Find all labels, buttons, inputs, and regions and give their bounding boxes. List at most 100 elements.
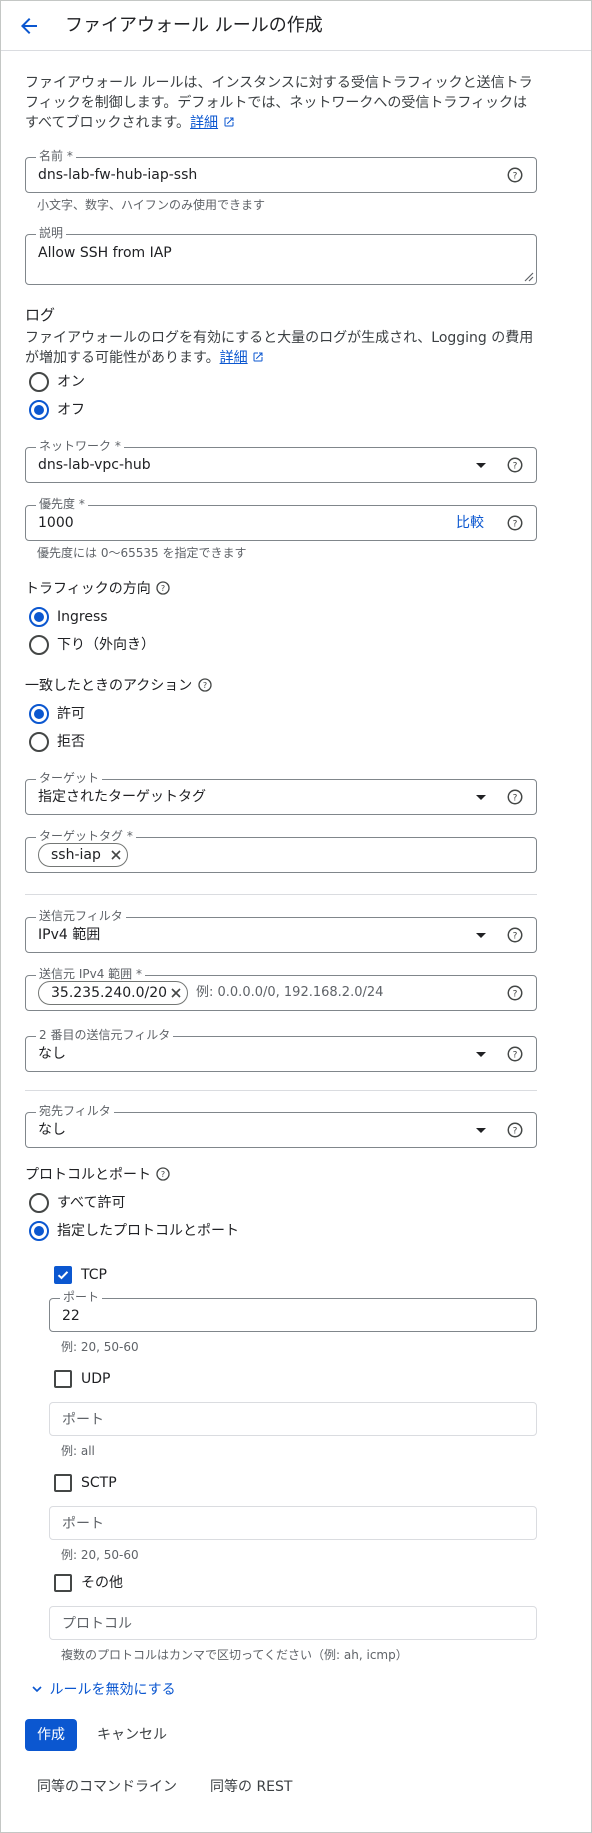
tcp-ports-field[interactable]: ポート 22 [49,1290,537,1332]
sctp-ports-hint: 例: 20, 50-60 [61,1548,139,1562]
logs-on-radio[interactable] [29,372,49,392]
page-title: ファイアウォール ルールの作成 [65,15,323,36]
compare-link[interactable]: 比較 [456,514,484,532]
tcp-label: TCP [81,1267,107,1283]
svg-text:?: ? [513,1050,518,1060]
second-source-filter-select[interactable]: 2 番目の送信元フィルタ なし ? [25,1028,537,1072]
second-source-filter-select-label: 2 番目の送信元フィルタ [36,1028,174,1042]
sctp-ports-field[interactable]: ポート [49,1506,537,1540]
udp-ports-hint: 例: all [61,1444,95,1458]
help-icon[interactable]: ? [506,166,524,184]
other-checkbox[interactable] [54,1574,72,1592]
svg-text:?: ? [513,171,518,181]
equivalent-rest-button[interactable]: 同等の REST [210,1777,292,1797]
dest-filter-select-label: 宛先フィルタ [36,1104,114,1118]
tcp-checkbox[interactable] [54,1266,72,1284]
protocols-allow-all-radio[interactable] [29,1193,49,1213]
other-protocols-field[interactable]: プロトコル [49,1606,537,1640]
help-icon[interactable]: ? [506,456,524,474]
svg-text:?: ? [161,1170,165,1179]
action-allow-radio[interactable] [29,704,49,724]
direction-title: トラフィックの方向 ? [25,579,171,599]
protocols-specified-radio[interactable] [29,1221,49,1241]
udp-ports-field[interactable]: ポート [49,1402,537,1436]
udp-ports-placeholder: ポート [62,1412,104,1428]
direction-egress-radio[interactable] [29,635,49,655]
help-icon[interactable]: ? [506,1121,524,1139]
intro-line-1: ファイアウォール ルールは、インスタンスに対する受信トラフィックと送信トラ [25,75,533,91]
logs-off-radio[interactable] [29,400,49,420]
other-label: その他 [81,1575,123,1591]
checkmark-icon [57,1271,69,1280]
udp-checkbox[interactable] [54,1370,72,1388]
tcp-ports-hint: 例: 20, 50-60 [61,1340,139,1354]
priority-field[interactable]: 優先度 * 1000 比較 ? [25,497,537,541]
section-divider [25,1090,537,1091]
create-button[interactable]: 作成 [25,1719,77,1751]
name-field-label: 名前 * [36,149,76,163]
chevron-down-icon [32,1686,42,1693]
target-tags-field[interactable]: ターゲットタグ * ssh-iap [25,829,537,873]
back-arrow-icon[interactable] [17,14,41,38]
action-deny-radio[interactable] [29,732,49,752]
logs-title: ログ [25,306,56,324]
udp-label: UDP [81,1371,111,1387]
help-icon[interactable]: ? [506,788,524,806]
page-header: ファイアウォール ルールの作成 [1,1,591,51]
close-icon[interactable] [169,986,183,1000]
target-select[interactable]: ターゲット 指定されたターゲットタグ ? [25,771,537,815]
resize-handle-icon[interactable] [524,272,534,282]
direction-ingress-radio[interactable] [29,607,49,627]
sctp-checkbox[interactable] [54,1474,72,1492]
logs-line-1: ファイアウォールのログを有効にすると大量のログが生成され、Logging の費用 [25,330,534,346]
action-title: 一致したときのアクション ? [25,676,213,696]
dropdown-arrow-icon [476,933,486,938]
direction-egress-label: 下り（外向き） [57,637,155,653]
source-ranges-field[interactable]: 送信元 IPv4 範囲 * 35.235.240.0/20 例: 0.0.0.0… [25,967,537,1011]
help-icon[interactable]: ? [197,677,213,693]
logs-line-2: が増加する可能性があります。詳細 [25,348,264,368]
intro-line-2: フィックを制御します。デフォルトでは、ネットワークへの受信トラフィックは [25,95,528,111]
help-icon[interactable]: ? [506,514,524,532]
dropdown-arrow-icon [476,1052,486,1057]
second-source-filter-select-value: なし [38,1046,66,1062]
help-icon[interactable]: ? [155,580,171,596]
action-deny-label: 拒否 [57,734,85,750]
intro-learn-more-link[interactable]: 詳細 [190,115,218,131]
close-icon[interactable] [109,848,123,862]
sctp-ports-placeholder: ポート [62,1516,104,1532]
help-icon[interactable]: ? [506,1045,524,1063]
source-range-chip-label: 35.235.240.0/20 [51,985,168,1001]
logs-learn-more-link[interactable]: 詳細 [220,350,248,366]
action-allow-label: 許可 [57,706,85,722]
priority-field-value: 1000 [38,515,74,531]
description-field[interactable]: 説明 Allow SSH from IAP [25,226,537,285]
network-select-label: ネットワーク * [36,439,124,453]
protocols-specified-label: 指定したプロトコルとポート [57,1223,239,1239]
priority-field-hint: 優先度には 0〜65535 を指定できます [37,546,247,560]
target-tags-field-label: ターゲットタグ * [36,829,136,843]
disable-rule-toggle[interactable]: ルールを無効にする [29,1680,176,1700]
target-select-label: ターゲット [36,771,103,785]
network-select[interactable]: ネットワーク * dns-lab-vpc-hub ? [25,439,537,483]
svg-text:?: ? [513,519,518,529]
dest-filter-select[interactable]: 宛先フィルタ なし ? [25,1104,537,1148]
equivalent-command-line-button[interactable]: 同等のコマンドライン [37,1777,177,1797]
description-field-value: Allow SSH from IAP [38,245,172,261]
help-icon[interactable]: ? [506,926,524,944]
name-field-value: dns-lab-fw-hub-iap-ssh [38,167,198,183]
other-protocols-hint: 複数のプロトコルはカンマで区切ってください（例: ah, icmp） [61,1648,408,1662]
section-divider [25,894,537,895]
external-link-icon [224,117,234,127]
source-filter-select[interactable]: 送信元フィルタ IPv4 範囲 ? [25,909,537,953]
protocols-title: プロトコルとポート ? [25,1165,171,1185]
name-field[interactable]: 名前 * dns-lab-fw-hub-iap-ssh ? [25,149,537,193]
cancel-button[interactable]: キャンセル [97,1725,167,1745]
svg-text:?: ? [513,989,518,999]
help-icon[interactable]: ? [506,984,524,1002]
help-icon[interactable]: ? [155,1166,171,1182]
firewall-rule-create-page: ファイアウォール ルールの作成 ファイアウォール ルールは、インスタンスに対する… [0,0,592,1833]
tcp-ports-field-label: ポート [60,1290,103,1304]
name-field-hint: 小文字、数字、ハイフンのみ使用できます [37,198,266,212]
disable-rule-label: ルールを無効にする [49,1682,176,1698]
